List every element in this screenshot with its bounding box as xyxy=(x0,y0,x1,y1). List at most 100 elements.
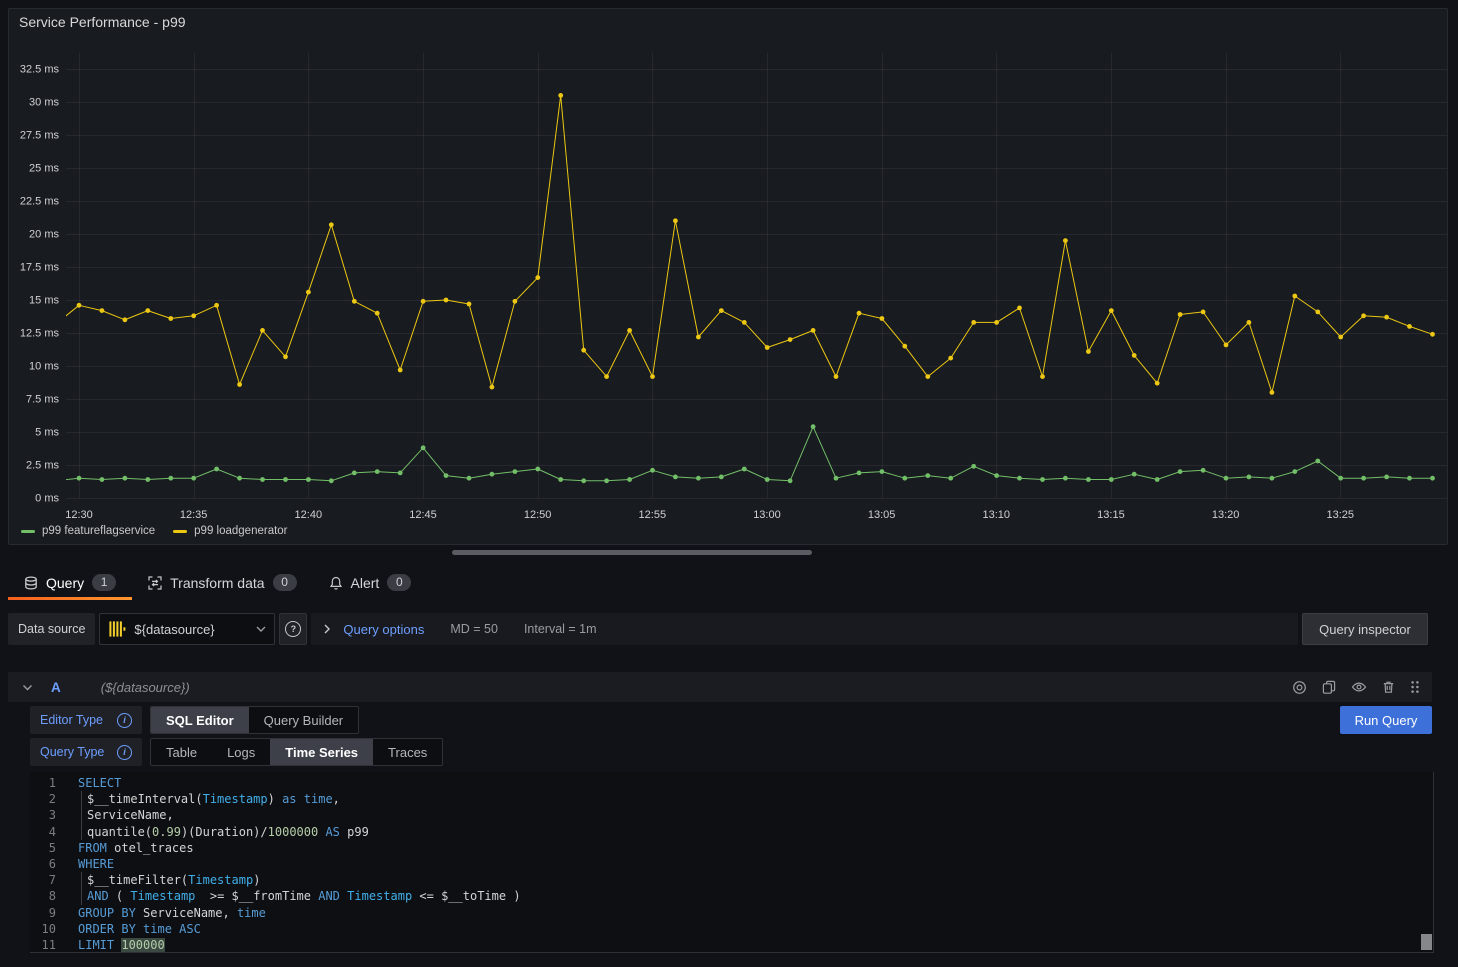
query-datasource-hint: (${datasource}) xyxy=(101,680,190,695)
tab-label: Alert xyxy=(351,575,380,591)
line-number: 11 xyxy=(30,937,56,953)
line-number: 1 xyxy=(30,775,56,791)
svg-text:32.5 ms: 32.5 ms xyxy=(20,64,60,76)
info-icon[interactable]: i xyxy=(117,713,132,728)
segment-table[interactable]: Table xyxy=(151,739,212,765)
toggle-query-icon[interactable] xyxy=(1292,680,1307,695)
editor-type-label: Editor Type xyxy=(40,713,103,727)
code-line: 11LIMIT 100000 xyxy=(30,937,1433,953)
svg-text:5 ms: 5 ms xyxy=(35,427,59,439)
code-line: 7$__timeFilter(Timestamp) xyxy=(30,872,1433,888)
svg-text:13:25: 13:25 xyxy=(1326,509,1354,521)
legend-swatch xyxy=(21,530,35,533)
query-inspector-button[interactable]: Query inspector xyxy=(1302,613,1428,645)
query-row-header[interactable]: A (${datasource}) xyxy=(8,672,1432,702)
svg-text:25 ms: 25 ms xyxy=(29,163,59,175)
code-line: 4quantile(0.99)(Duration)/1000000 AS p99 xyxy=(30,824,1433,840)
svg-text:15 ms: 15 ms xyxy=(29,295,59,307)
panel-title[interactable]: Service Performance - p99 xyxy=(19,14,186,30)
line-number: 10 xyxy=(30,921,56,937)
svg-text:13:15: 13:15 xyxy=(1097,509,1125,521)
tab-query-badge: 1 xyxy=(92,574,116,591)
legend-label: p99 featureflagservice xyxy=(42,525,155,537)
tab-label: Transform data xyxy=(170,575,264,591)
collapse-chevron-down-icon[interactable] xyxy=(22,683,33,692)
code-line: 6WHERE xyxy=(30,856,1433,872)
sql-code-editor[interactable]: 1SELECT2$__timeInterval(Timestamp) as ti… xyxy=(30,772,1434,953)
svg-text:27.5 ms: 27.5 ms xyxy=(20,130,60,142)
svg-text:22.5 ms: 22.5 ms xyxy=(20,196,60,208)
datasource-label: Data source xyxy=(8,613,95,645)
question-circle-icon: ? xyxy=(285,621,301,637)
query-options-label: Query options xyxy=(343,622,424,637)
timeseries-panel: 0 ms2.5 ms5 ms7.5 ms10 ms12.5 ms15 ms17.… xyxy=(8,8,1448,545)
editor-mode-segmented: SQL Editor Query Builder xyxy=(150,706,359,734)
editor-type-chip: Editor Type i xyxy=(30,706,142,734)
active-tab-underline xyxy=(8,597,132,600)
svg-text:12:35: 12:35 xyxy=(180,509,208,521)
query-ref-id: A xyxy=(51,680,61,695)
svg-text:0 ms: 0 ms xyxy=(35,493,59,505)
svg-text:13:10: 13:10 xyxy=(983,509,1011,521)
panel-editor-tabs: Query 1 Transform data 0 Alert xyxy=(8,565,427,600)
legend-swatch xyxy=(173,530,187,533)
line-number: 2 xyxy=(30,791,56,807)
svg-text:2.5 ms: 2.5 ms xyxy=(26,460,60,472)
line-number: 8 xyxy=(30,888,56,904)
svg-text:10 ms: 10 ms xyxy=(29,361,59,373)
query-options-toggle[interactable]: Query options xyxy=(323,622,424,637)
tab-transform-data[interactable]: Transform data 0 xyxy=(132,565,312,600)
tab-alert[interactable]: Alert 0 xyxy=(313,565,428,600)
code-line: 10ORDER BY time ASC xyxy=(30,921,1433,937)
series-p99-featureflagservice xyxy=(54,424,1435,483)
legend-item[interactable]: p99 featureflagservice xyxy=(21,525,155,537)
line-number: 4 xyxy=(30,824,56,840)
code-line: 9GROUP BY ServiceName, time xyxy=(30,905,1433,921)
segment-time-series[interactable]: Time Series xyxy=(270,739,373,765)
line-number: 9 xyxy=(30,905,56,921)
datasource-picker[interactable]: ${datasource} xyxy=(99,613,275,645)
line-number: 5 xyxy=(30,840,56,856)
svg-text:12:50: 12:50 xyxy=(524,509,552,521)
segment-query-builder[interactable]: Query Builder xyxy=(249,707,358,733)
tab-transform-badge: 0 xyxy=(273,574,297,591)
horizontal-scrollbar-thumb[interactable] xyxy=(452,550,812,555)
svg-text:30 ms: 30 ms xyxy=(29,97,59,109)
hide-query-eye-icon[interactable] xyxy=(1351,680,1367,694)
axis-labels: 0 ms2.5 ms5 ms7.5 ms10 ms12.5 ms15 ms17.… xyxy=(20,64,1354,522)
clickhouse-datasource-icon xyxy=(108,620,126,638)
duplicate-query-icon[interactable] xyxy=(1322,680,1336,694)
code-line: 5FROM otel_traces xyxy=(30,840,1433,856)
svg-text:12:30: 12:30 xyxy=(65,509,93,521)
max-data-points-value: MD = 50 xyxy=(450,622,498,636)
line-number: 6 xyxy=(30,856,56,872)
query-type-segmented: Table Logs Time Series Traces xyxy=(150,738,443,766)
query-type-label: Query Type xyxy=(40,745,104,759)
chart-grid xyxy=(66,53,1447,499)
segment-traces[interactable]: Traces xyxy=(373,739,442,765)
segment-sql-editor[interactable]: SQL Editor xyxy=(151,707,249,733)
chevron-right-icon xyxy=(323,624,331,634)
datasource-help-button[interactable]: ? xyxy=(279,613,307,645)
query-options-bar: Query options MD = 50 Interval = 1m xyxy=(311,613,1298,645)
grafana-page: 0 ms2.5 ms5 ms7.5 ms10 ms12.5 ms15 ms17.… xyxy=(0,0,1458,967)
bell-icon xyxy=(329,576,343,590)
svg-text:17.5 ms: 17.5 ms xyxy=(20,262,60,274)
svg-text:7.5 ms: 7.5 ms xyxy=(26,394,60,406)
code-line: 1SELECT xyxy=(30,775,1433,791)
legend-label: p99 loadgenerator xyxy=(194,525,287,537)
info-icon[interactable]: i xyxy=(117,745,132,760)
run-query-button[interactable]: Run Query xyxy=(1340,706,1432,734)
datasource-value: ${datasource} xyxy=(134,622,248,637)
editor-scroll-decoration[interactable] xyxy=(1421,934,1432,950)
query-type-chip: Query Type i xyxy=(30,738,142,766)
tab-query[interactable]: Query 1 xyxy=(8,565,132,600)
drag-handle-icon[interactable] xyxy=(1410,680,1420,694)
legend-item[interactable]: p99 loadgenerator xyxy=(173,525,287,537)
segment-logs[interactable]: Logs xyxy=(212,739,270,765)
line-number: 7 xyxy=(30,872,56,888)
svg-text:12:55: 12:55 xyxy=(639,509,667,521)
delete-query-trash-icon[interactable] xyxy=(1382,680,1395,694)
code-line: 8AND ( Timestamp >= $__fromTime AND Time… xyxy=(30,888,1433,904)
timeseries-chart[interactable]: 0 ms2.5 ms5 ms7.5 ms10 ms12.5 ms15 ms17.… xyxy=(9,9,1447,544)
